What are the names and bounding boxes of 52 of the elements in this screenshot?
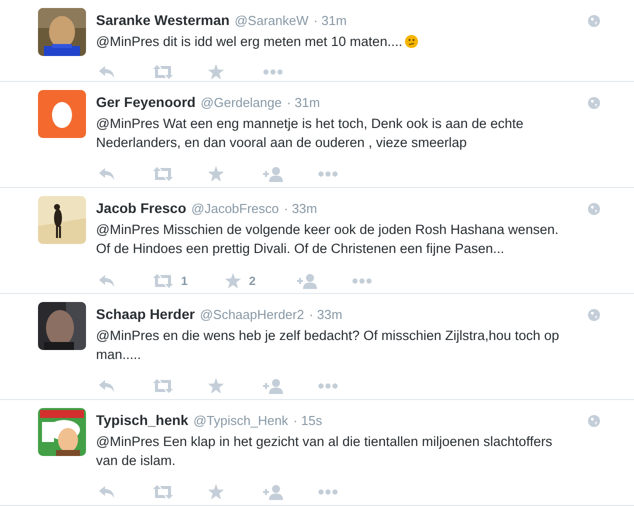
tweet-time[interactable]: · 33m [309,305,342,324]
user-name[interactable]: Saranke Westerman [96,10,230,31]
user-handle[interactable]: @SarankeW [234,11,308,30]
user-name[interactable]: Typisch_henk [96,410,188,431]
globe-icon [588,308,600,320]
star-icon[interactable] [208,166,224,182]
add-person-icon[interactable] [263,378,283,394]
retweet-icon[interactable] [153,485,173,499]
user-handle[interactable]: @Typisch_Henk [193,411,288,430]
reply-icon[interactable] [98,65,116,79]
more-icon[interactable] [318,383,338,389]
more-icon[interactable] [318,171,338,177]
star-icon[interactable] [208,378,224,394]
retweet-count: 1 [181,273,188,290]
favorite-count: 2 [249,273,256,290]
egg-icon[interactable] [38,90,86,138]
tweet-text: @MinPres Wat een eng mannetje is het toch, Denk ook is aan de echte Nederlanders, en dan vooral aan de ouderen , vieze smeerlap [96,115,524,152]
more-icon[interactable] [352,278,372,284]
user-handle[interactable]: @SchaapHerder2 [200,305,304,324]
user-name[interactable]: Ger Feyenoord [96,92,196,113]
retweet-icon[interactable] [153,167,173,181]
tweet-time[interactable]: · 31m [313,11,347,30]
star-icon[interactable] [225,273,241,289]
tweet-time[interactable]: · 33m [284,199,318,218]
user-handle[interactable]: @JacobFresco [191,199,279,218]
more-icon[interactable] [263,69,283,75]
tweet-text: @MinPres en die wens heb je zelf bedacht? Of misschien Zijlstra,hou toch op man..... [96,327,560,364]
tweet-time[interactable]: · 15s [293,411,322,430]
user-handle[interactable]: @Gerdelange [200,93,282,112]
retweet-icon[interactable] [153,379,173,393]
globe-icon [588,202,600,214]
tweet-text: @MinPres Een klap in het gezicht van al die tientallen miljoenen slachtoffers van de islam. [96,433,554,470]
user-name[interactable]: Schaap Herder [96,304,195,325]
add-person-icon[interactable] [263,166,283,182]
user-name[interactable]: Jacob Fresco [96,198,186,219]
retweet-icon[interactable] [153,65,173,79]
globe-icon [588,414,600,426]
globe-icon [588,14,600,26]
star-icon[interactable] [208,484,224,500]
tweet-text: @MinPres Misschien de volgende keer ook de joden Rosh Hashana wensen. Of de Hindoes een prettig Divali. Of de Christenen een fijne Pasen... [96,221,560,258]
add-person-icon[interactable] [263,484,283,500]
reply-icon[interactable] [98,379,116,393]
more-icon[interactable] [318,489,338,495]
tweet-time[interactable]: · 31m [286,93,320,112]
reply-icon[interactable] [98,485,116,499]
retweet-icon[interactable] [153,274,173,288]
add-person-icon[interactable] [297,273,317,289]
tweet-text: @MinPres dit is idd wel erg meten met 10 maten.... [96,33,402,51]
star-icon[interactable] [208,64,224,80]
reply-icon[interactable] [98,274,116,288]
reply-icon[interactable] [98,167,116,181]
globe-icon [588,96,600,108]
